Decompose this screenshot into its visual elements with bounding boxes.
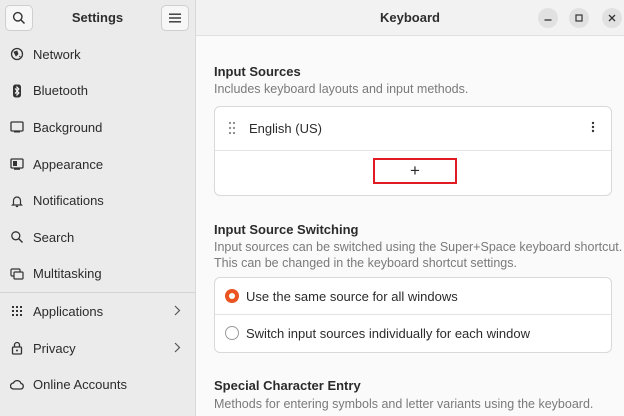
chevron-right-icon: [174, 341, 181, 356]
sidebar-item-applications[interactable]: Applications: [0, 293, 195, 330]
lock-icon: [10, 341, 24, 355]
sidebar-item-search[interactable]: Search: [0, 219, 195, 256]
radio-option-per-window[interactable]: Switch input sources individually for ea…: [215, 315, 611, 352]
switching-options-card: Use the same source for all windows Swit…: [214, 277, 612, 353]
radio-option-label: Use the same source for all windows: [246, 289, 458, 304]
main-header: Keyboard: [196, 0, 624, 36]
sidebar-item-label: Search: [33, 229, 75, 245]
sidebar-item-label: Bluetooth: [33, 83, 88, 99]
sidebar-nav: Network Bluetooth Background Appearance: [0, 36, 195, 403]
multitasking-icon: [10, 267, 24, 281]
sidebar-item-label: Privacy: [33, 340, 76, 356]
more-options-icon[interactable]: [591, 120, 595, 137]
radio-option-label: Switch input sources individually for ea…: [246, 326, 530, 341]
maximize-icon: [575, 14, 583, 22]
main-panel: Keyboard Input Sources Includes keyboard…: [196, 0, 624, 416]
minimize-button[interactable]: [538, 8, 558, 28]
search-icon: [10, 230, 24, 244]
sidebar-item-label: Multitasking: [33, 266, 102, 282]
background-icon: [10, 120, 24, 134]
sidebar-item-label: Appearance: [33, 156, 104, 172]
add-input-source-row: +: [215, 151, 611, 195]
switching-description-line1: Input sources can be switched using the …: [214, 240, 623, 254]
input-source-row[interactable]: English (US): [215, 107, 611, 151]
sidebar-item-label: Online Accounts: [33, 377, 127, 393]
sidebar-item-label: Notifications: [33, 193, 104, 209]
radio-unselected-icon[interactable]: [225, 326, 239, 340]
sidebar-item-label: Applications: [33, 303, 104, 319]
close-button[interactable]: [602, 8, 622, 28]
sidebar: Settings Network Bluetooth Background Ap…: [0, 0, 196, 416]
online-accounts-icon: [10, 378, 24, 392]
minimize-icon: [544, 19, 552, 21]
main-menu-button[interactable]: [161, 5, 189, 31]
sidebar-item-privacy[interactable]: Privacy: [0, 330, 195, 367]
radio-option-same-source[interactable]: Use the same source for all windows: [215, 278, 611, 315]
sidebar-item-online-accounts[interactable]: Online Accounts: [0, 366, 195, 403]
settings-window: Settings Network Bluetooth Background Ap…: [0, 0, 624, 416]
close-icon: [608, 14, 616, 22]
sidebar-item-network[interactable]: Network: [0, 36, 195, 73]
switching-title: Input Source Switching: [214, 222, 359, 237]
special-chars-description: Methods for entering symbols and letter …: [214, 397, 594, 411]
sidebar-item-appearance[interactable]: Appearance: [0, 146, 195, 183]
special-chars-title: Special Character Entry: [214, 378, 361, 393]
network-icon: [10, 47, 24, 61]
sidebar-item-notifications[interactable]: Notifications: [0, 182, 195, 219]
appearance-icon: [10, 157, 24, 171]
input-source-label: English (US): [249, 121, 322, 136]
sidebar-header: Settings: [0, 0, 195, 36]
bell-icon: [10, 194, 24, 208]
sidebar-item-multitasking[interactable]: Multitasking: [0, 256, 195, 293]
page-title: Keyboard: [380, 10, 440, 25]
grid-icon: [10, 304, 24, 318]
chevron-right-icon: [174, 304, 181, 319]
add-input-source-button[interactable]: +: [373, 158, 457, 184]
hamburger-icon: [169, 13, 181, 23]
bluetooth-icon: [10, 84, 24, 98]
sidebar-item-background[interactable]: Background: [0, 109, 195, 146]
input-sources-title: Input Sources: [214, 64, 301, 79]
maximize-button[interactable]: [569, 8, 589, 28]
input-sources-description: Includes keyboard layouts and input meth…: [214, 82, 469, 96]
sidebar-item-bluetooth[interactable]: Bluetooth: [0, 73, 195, 110]
drag-handle-icon[interactable]: [228, 121, 236, 138]
input-sources-card: English (US) +: [214, 106, 612, 196]
switching-description-line2: This can be changed in the keyboard shor…: [214, 256, 517, 270]
sidebar-item-label: Network: [33, 46, 81, 62]
radio-selected-icon[interactable]: [225, 289, 239, 303]
sidebar-item-label: Background: [33, 119, 103, 135]
